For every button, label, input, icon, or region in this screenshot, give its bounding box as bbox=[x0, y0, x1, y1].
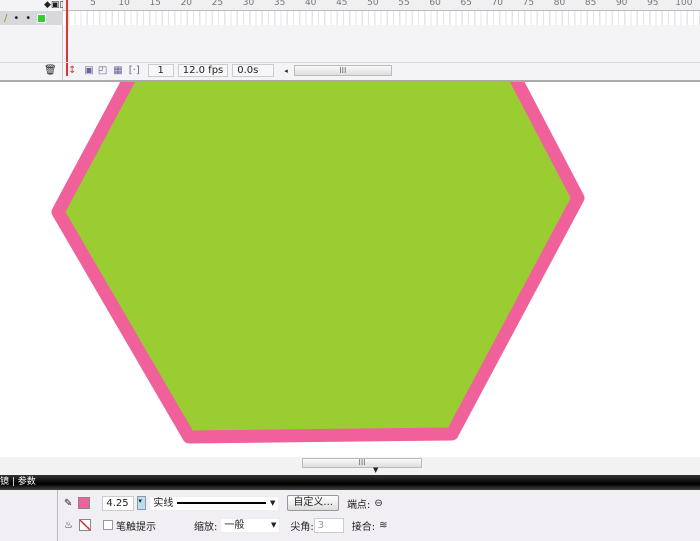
ruler-tick: 90 bbox=[615, 0, 628, 8]
ruler-tick: 5 bbox=[90, 0, 96, 8]
edit-multiple-frames-icon[interactable]: ▦ bbox=[113, 65, 122, 76]
ruler-tick: 20 bbox=[180, 0, 193, 8]
fill-bucket-icon: ♨ bbox=[64, 519, 73, 531]
miter-label: 尖角: bbox=[290, 521, 314, 533]
visibility-dot[interactable]: • bbox=[13, 13, 19, 24]
ruler-tick: 25 bbox=[211, 0, 224, 8]
timeline-scrollbar[interactable]: III bbox=[293, 65, 392, 76]
frame-cells[interactable] bbox=[63, 11, 700, 25]
stroke-hint-label: 笔触提示 bbox=[115, 521, 156, 533]
stroke-style-select[interactable]: 实线 ▼ bbox=[149, 495, 280, 511]
frame-rate[interactable]: 12.0 fps bbox=[177, 64, 229, 77]
ruler-tick: 60 bbox=[429, 0, 441, 8]
timeline-footer: 🗑 ↕ ▣ ◰ ▦ [·] 1 12.0 fps 0.0s ◂ III bbox=[0, 62, 700, 78]
ruler-tick: 15 bbox=[149, 0, 161, 8]
stroke-width-slider-button[interactable]: ▾ bbox=[137, 496, 147, 510]
ruler-tick: 35 bbox=[273, 0, 286, 8]
stroke-color-swatch[interactable] bbox=[78, 497, 91, 509]
ruler-tick: 85 bbox=[584, 0, 597, 8]
lock-dot[interactable]: • bbox=[25, 13, 31, 24]
properties-left-column bbox=[0, 490, 58, 541]
cap-style-select[interactable]: ⊖ bbox=[374, 498, 382, 509]
ruler-tick: 65 bbox=[460, 0, 472, 8]
miter-input[interactable]: 3 bbox=[313, 517, 344, 533]
current-frame: 1 bbox=[147, 64, 174, 77]
ruler-tick: 95 bbox=[647, 0, 659, 8]
ruler-tick: 45 bbox=[336, 0, 348, 8]
pencil-icon: ✎ bbox=[64, 497, 73, 509]
ruler-tick: 10 bbox=[118, 0, 130, 8]
stage-canvas[interactable] bbox=[0, 65, 700, 459]
join-label: 接合: bbox=[351, 521, 376, 533]
scroll-left-arrow[interactable]: ◂ bbox=[284, 67, 288, 75]
trash-icon[interactable]: 🗑 bbox=[44, 65, 64, 76]
stage-scrollbar[interactable]: III ▼ bbox=[0, 457, 700, 475]
panel-tabs[interactable]: 镜 | 参数 bbox=[0, 475, 700, 490]
center-frame-icon[interactable]: ↕ bbox=[68, 65, 76, 76]
modify-markers-icon[interactable]: [·] bbox=[129, 65, 140, 76]
ruler-tick: 55 bbox=[398, 0, 410, 8]
join-style-select[interactable]: ≋ bbox=[379, 520, 387, 531]
custom-stroke-button[interactable]: 自定义... bbox=[287, 495, 339, 511]
properties-panel: ✎ 4.25 ▾ 实线 ▼ 自定义... 端点: ⊖ ♨ 笔触提示 缩放: 一般… bbox=[0, 490, 700, 541]
scale-select[interactable]: 一般 ▼ bbox=[220, 517, 281, 533]
layer-row[interactable]: / • • bbox=[0, 11, 63, 25]
collapse-arrow-icon[interactable]: ▼ bbox=[373, 466, 378, 474]
scale-label: 缩放: bbox=[193, 521, 218, 533]
fill-color-none-swatch[interactable] bbox=[78, 519, 91, 531]
outline-color-icon[interactable] bbox=[37, 13, 47, 23]
onion-skin-icon[interactable]: ▣ bbox=[84, 65, 93, 76]
ruler-tick: 100 bbox=[675, 0, 693, 8]
stage-scroll-thumb[interactable]: III bbox=[302, 458, 422, 468]
pencil-icon: / bbox=[4, 12, 8, 24]
elapsed-time: 0.0s bbox=[232, 64, 275, 77]
ruler-tick: 40 bbox=[304, 0, 317, 8]
frame-ruler[interactable]: 5 10 15 20 25 30 35 40 45 50 55 60 65 70 75 80 85 90 95 100 bbox=[63, 0, 700, 11]
hexagon-shape[interactable] bbox=[0, 65, 700, 459]
timeline-panel: ◆▣□ / • • 5 10 15 20 25 30 35 40 45 50 55 60 65 70 75 8… bbox=[0, 0, 700, 80]
ruler-tick: 70 bbox=[491, 0, 504, 8]
cap-label: 端点: bbox=[346, 499, 371, 511]
stroke-hint-checkbox[interactable] bbox=[102, 520, 113, 530]
onion-outline-icon[interactable]: ◰ bbox=[98, 65, 107, 76]
stroke-width-input[interactable]: 4.25 bbox=[102, 495, 135, 511]
ruler-tick: 75 bbox=[522, 0, 535, 8]
ruler-tick: 80 bbox=[553, 0, 566, 8]
ruler-tick: 50 bbox=[367, 0, 379, 8]
ruler-tick: 30 bbox=[242, 0, 255, 8]
